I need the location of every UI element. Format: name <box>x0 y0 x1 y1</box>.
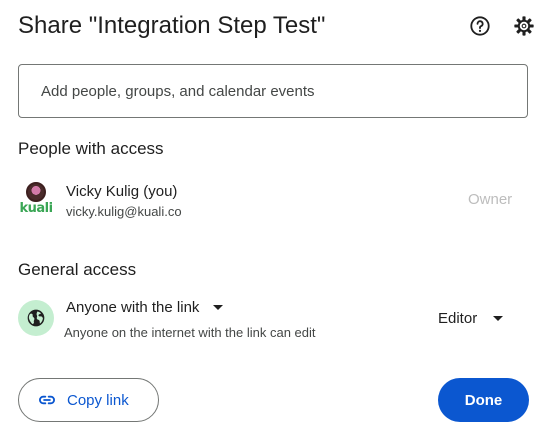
person-email: vicky.kulig@kuali.co <box>66 204 182 219</box>
copy-link-button[interactable]: Copy link <box>18 378 159 422</box>
gear-icon <box>514 16 534 36</box>
people-with-access-heading: People with access <box>18 139 164 158</box>
dialog-title: Share "Integration Step Test" <box>18 12 326 39</box>
globe-badge <box>18 300 54 336</box>
caret-down-icon <box>493 315 504 321</box>
share-people-input[interactable] <box>18 64 528 118</box>
globe-icon <box>27 309 45 327</box>
link-icon <box>39 395 55 405</box>
kuali-logo: kuali <box>19 201 53 216</box>
avatar-photo <box>26 182 46 202</box>
general-access-heading: General access <box>18 260 137 279</box>
link-role-dropdown[interactable]: Editor <box>438 308 504 328</box>
link-role-label: Editor <box>438 309 478 327</box>
person-role: Owner <box>468 191 513 208</box>
done-button[interactable]: Done <box>438 378 529 422</box>
caret-down-icon <box>213 304 224 310</box>
help-circle-icon <box>470 16 490 36</box>
general-access-label: Anyone with the link <box>66 298 200 316</box>
settings-button[interactable] <box>510 12 538 40</box>
copy-link-label: Copy link <box>67 391 129 409</box>
general-access-description: Anyone on the internet with the link can… <box>64 325 316 340</box>
person-name: Vicky Kulig (you) <box>66 183 178 200</box>
avatar: kuali <box>18 182 54 222</box>
help-button[interactable] <box>466 12 494 40</box>
general-access-dropdown[interactable]: Anyone with the link <box>66 296 224 318</box>
